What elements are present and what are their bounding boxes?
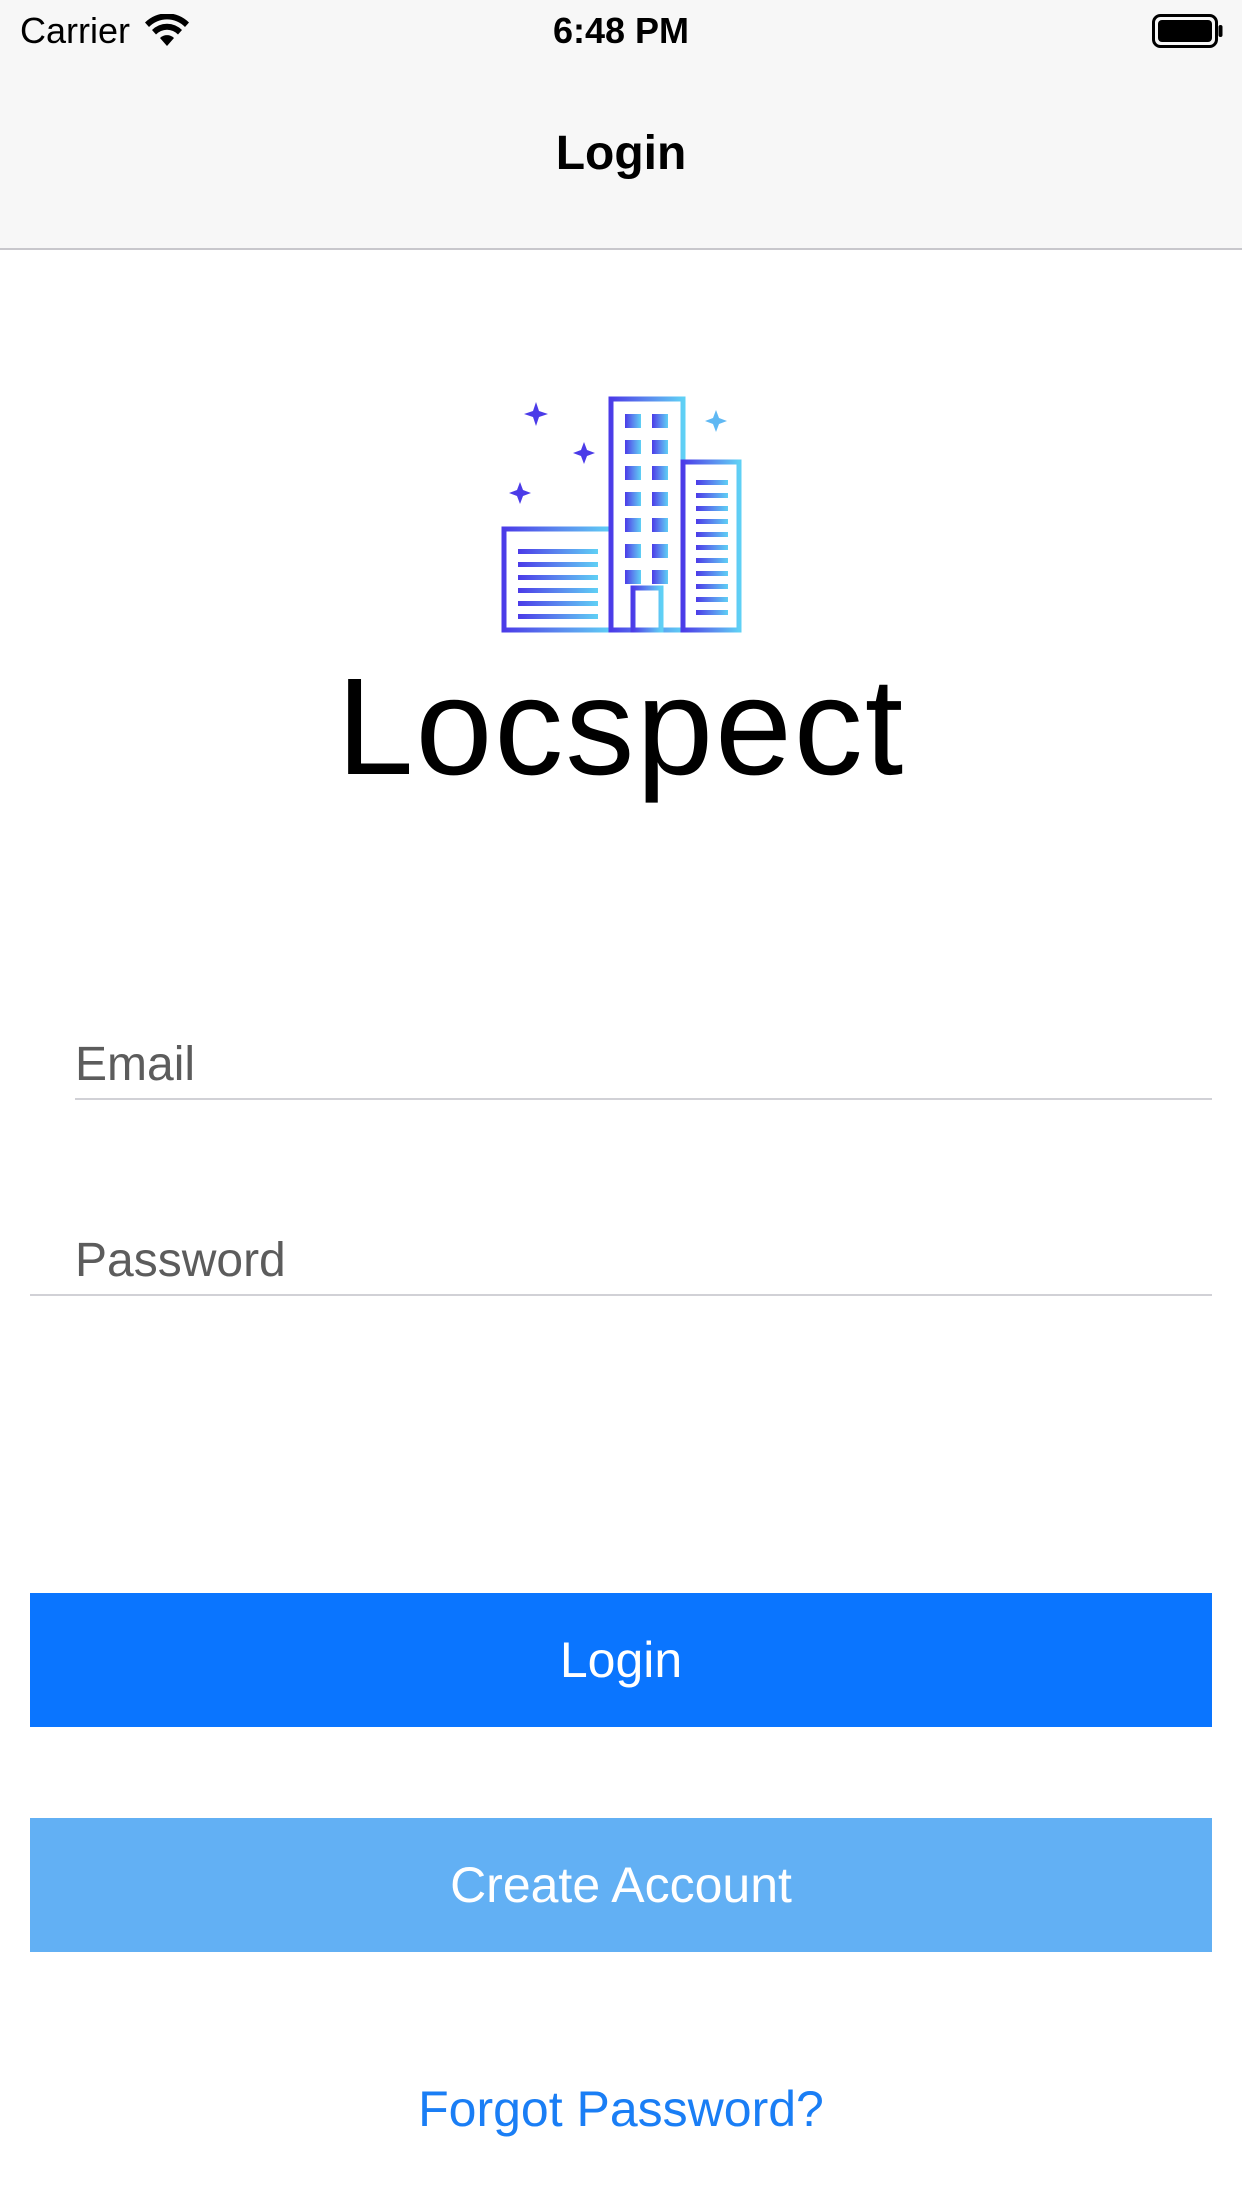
app-logo-text: Locspect xyxy=(336,650,906,804)
login-button[interactable]: Login xyxy=(30,1593,1212,1727)
login-screen: Carrier 6:48 PM Login Locspect Email Log… xyxy=(0,0,1242,2208)
city-buildings-icon xyxy=(501,396,742,633)
navigation-bar: Login xyxy=(0,62,1242,250)
email-field-container xyxy=(75,1030,1212,1100)
status-time: 6:48 PM xyxy=(552,10,690,51)
page-title: Login xyxy=(555,127,687,180)
status-bar: Carrier 6:48 PM xyxy=(0,0,1242,62)
battery-full-icon xyxy=(1152,14,1224,53)
email-field[interactable] xyxy=(75,1030,1212,1098)
password-field[interactable] xyxy=(30,1226,1212,1294)
password-field-container xyxy=(30,1226,1212,1296)
create-account-button[interactable]: Create Account xyxy=(30,1818,1212,1952)
forgot-password-link[interactable]: Forgot Password? xyxy=(0,2080,1242,2138)
